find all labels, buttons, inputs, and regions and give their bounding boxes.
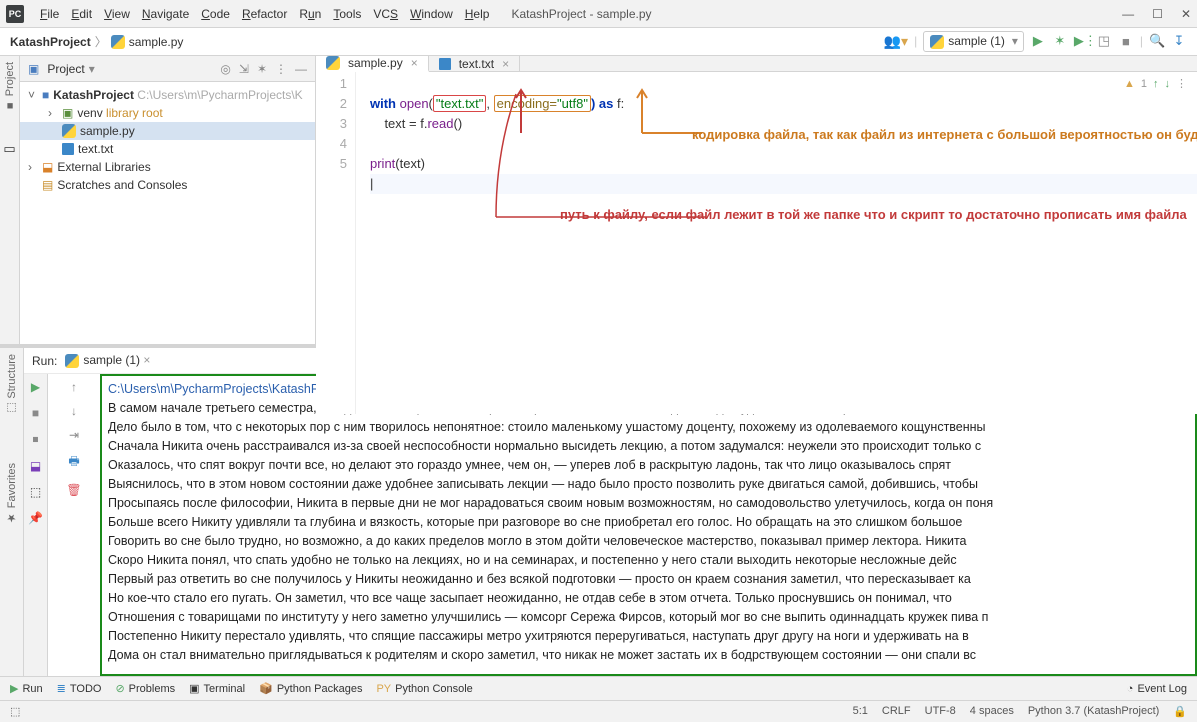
down-icon[interactable]: ↓	[71, 404, 77, 418]
minimize-icon[interactable]: —	[1122, 7, 1134, 21]
search-icon[interactable]: 🔍	[1149, 33, 1165, 49]
annotation-path: путь к файлу, если файл лежит в той же п…	[560, 206, 940, 223]
status-bar: ⬚ 5:1 CRLF UTF-8 4 spaces Python 3.7 (Ka…	[0, 700, 1197, 722]
project-icon: ▣	[28, 62, 39, 76]
rerun-icon[interactable]: ▶	[31, 380, 40, 394]
event-log-button[interactable]: ◔Event Log	[1127, 683, 1187, 695]
print-icon[interactable]: 🖶	[68, 452, 79, 473]
run-tool-button[interactable]: ▶Run	[10, 682, 43, 695]
encoding[interactable]: UTF-8	[925, 705, 956, 718]
bookmarks-icon[interactable]: ▭	[3, 141, 15, 157]
stop-run-icon[interactable]: ■	[32, 406, 39, 420]
python-file-icon	[111, 35, 125, 49]
profile-icon[interactable]: ◳	[1096, 33, 1112, 49]
problems-tool-button[interactable]: ⊘Problems	[115, 682, 175, 695]
code-editor[interactable]: 12345 with open("text.txt", encoding="ut…	[316, 72, 1197, 414]
menu-window[interactable]: Window	[404, 7, 459, 21]
debug-button-icon[interactable]: ✶	[1052, 33, 1068, 49]
menu-bar: PC File Edit View Navigate Code Refactor…	[0, 0, 1197, 28]
pyconsole-tool-button[interactable]: PYPython Console	[376, 683, 472, 695]
menu-vcs[interactable]: VCS	[367, 7, 404, 21]
indent[interactable]: 4 spaces	[970, 705, 1014, 718]
tree-item-sample: sample.py	[20, 122, 315, 140]
close-tab-icon[interactable]: ×	[502, 57, 509, 71]
expand-icon[interactable]: ⇲	[239, 62, 249, 76]
pin-icon[interactable]: 📌	[28, 511, 43, 525]
menu-help[interactable]: Help	[459, 7, 496, 21]
maximize-icon[interactable]: ☐	[1152, 7, 1163, 21]
vcs-update-icon[interactable]: ↧	[1171, 33, 1187, 49]
inspection-widget[interactable]: ▲1↑↓⋮	[1124, 74, 1187, 94]
menu-tools[interactable]: Tools	[327, 7, 367, 21]
app-logo: PC	[6, 5, 24, 23]
layout-icon[interactable]: ⬚	[30, 485, 41, 499]
close-icon[interactable]: ✕	[1181, 7, 1191, 21]
run-button-icon[interactable]: ▶	[1030, 33, 1046, 49]
terminal-tool-button[interactable]: ▣Terminal	[189, 682, 245, 695]
collapse-icon[interactable]: —	[295, 62, 307, 76]
menu-code[interactable]: Code	[195, 7, 236, 21]
up-icon[interactable]: ↑	[71, 380, 77, 394]
interpreter[interactable]: Python 3.7 (KatashProject)	[1028, 705, 1159, 718]
clear-icon[interactable]: 🗑	[66, 483, 81, 497]
lock-icon[interactable]: 🔒	[1173, 705, 1187, 718]
structure-tool-button[interactable]: ⬚ Structure	[5, 354, 18, 415]
editor-area: sample.py× text.txt× 12345 with open("te…	[316, 56, 1197, 344]
toolbar: KatashProject 〉 sample.py 👥▾ | sample (1…	[0, 28, 1197, 56]
target-icon[interactable]: ◎	[220, 62, 230, 76]
menu-view[interactable]: View	[98, 7, 136, 21]
settings-icon[interactable]: ✶	[257, 62, 267, 76]
exit-icon[interactable]: ⏹	[32, 432, 38, 447]
line-sep[interactable]: CRLF	[882, 705, 911, 718]
gutter: 12345	[316, 72, 356, 414]
run-config-dropdown[interactable]: sample (1)	[923, 31, 1024, 52]
menu-refactor[interactable]: Refactor	[236, 7, 293, 21]
tree-item-text: text.txt	[20, 140, 315, 158]
stop-icon[interactable]: ■	[1118, 34, 1134, 49]
status-indicator-icon[interactable]: ⬚	[10, 705, 20, 718]
tab-sample[interactable]: sample.py×	[316, 56, 429, 72]
project-tool-button[interactable]: ■ Project	[4, 62, 16, 111]
project-tree[interactable]: ˅■KatashProject C:\Users\m\PycharmProjec…	[20, 82, 315, 198]
users-icon[interactable]: 👥▾	[884, 33, 908, 50]
breadcrumb-file[interactable]: sample.py	[129, 35, 184, 49]
wrap-icon[interactable]: ⇥	[69, 428, 79, 442]
caret-position[interactable]: 5:1	[853, 705, 868, 718]
favorites-tool-button[interactable]: ★ Favorites	[5, 463, 18, 524]
tab-text[interactable]: text.txt×	[429, 56, 520, 71]
menu-edit[interactable]: Edit	[65, 7, 98, 21]
run-label: Run:	[32, 354, 57, 368]
close-tab-icon[interactable]: ×	[411, 56, 418, 70]
annotation-encoding: кодировка файла, так как файл из интерне…	[692, 126, 1012, 143]
breadcrumb-project[interactable]: KatashProject	[10, 35, 91, 49]
coverage-icon[interactable]: ▶⋮	[1074, 33, 1090, 49]
bottom-tool-bar: ▶Run ≣TODO ⊘Problems ▣Terminal 📦Python P…	[0, 676, 1197, 700]
console-output[interactable]: C:\Users\m\PycharmProjects\KatashProject…	[100, 374, 1197, 676]
menu-file[interactable]: File	[34, 7, 65, 21]
left-tool-strip: ■ Project ▭	[0, 56, 20, 344]
dump-icon[interactable]: ⬓	[30, 459, 41, 473]
menu-run[interactable]: Run	[293, 7, 327, 21]
packages-tool-button[interactable]: 📦Python Packages	[259, 682, 362, 695]
window-title: KatashProject - sample.py	[511, 7, 651, 21]
project-panel-title: Project	[47, 62, 84, 76]
menu-navigate[interactable]: Navigate	[136, 7, 195, 21]
todo-tool-button[interactable]: ≣TODO	[57, 682, 102, 695]
project-panel: ▣ Project ▾ ◎ ⇲ ✶ ⋮ — ˅■KatashProject C:…	[20, 56, 316, 344]
